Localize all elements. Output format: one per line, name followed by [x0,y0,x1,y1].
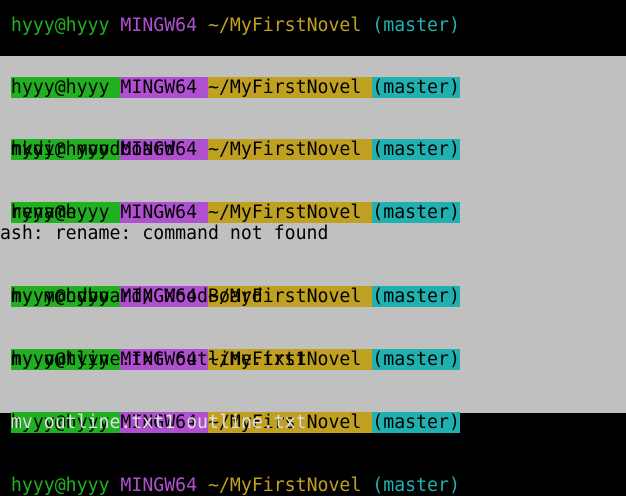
prompt-branch: (master) [372,475,460,496]
prompt-user-host: hyyy@hyyy [10,15,110,36]
prompt-line: hyyy@hyyy MINGW64 ~/MyFirstNovel (master… [0,0,460,36]
prompt-path: ~/MyFirstNovel [208,77,362,98]
prompt-user-host: hyyy@hyyy [10,77,110,98]
command-line: $ mv moodboard/ MoodBoard [0,286,263,307]
prompt-line: hyyy@hyyy MINGW64 ~/MyFirstNovel (master… [0,56,460,98]
command-line: $ rename [10,202,77,223]
prompt-branch: (master) [372,202,460,223]
prompt-path: ~/MyFirstNovel [208,139,362,160]
prompt-branch: (master) [372,15,460,36]
prompt-system: MINGW64 [120,475,198,496]
prompt-user-host: hyyy@hyyy [10,475,110,496]
prompt-line: hyyy@hyyy MINGW64 ~/MyFirstNovel (master… [0,265,460,307]
prompt-system: MINGW64 [120,77,198,98]
prompt-path: ~/MyFirstNovel [208,202,362,223]
command-line: $ mkdir moodboard [0,139,176,160]
prompt-branch: (master) [372,286,460,307]
prompt-system: MINGW64 [120,15,198,36]
prompt-branch: (master) [372,412,460,433]
command-line: $ mv outline.txt outline.txt1 [0,349,307,370]
prompt-line: hyyy@hyyy MINGW64 ~/MyFirstNovel (master… [0,118,460,160]
terminal-window[interactable]: { "terminal": { "prompt": { "user_host":… [0,0,626,496]
prompt-branch: (master) [372,349,460,370]
prompt-line: hyyy@hyyy MINGW64 ~/MyFirstNovel (master… [0,328,460,370]
prompt-line: hyyy@hyyy MINGW64 ~/MyFirstNovel (master… [0,181,460,223]
prompt-line: hyyy@hyyy MINGW64 ~/MyFirstNovel (master… [0,454,460,496]
prompt-path: ~/MyFirstNovel [208,475,362,496]
prompt-line: hyyy@hyyy MINGW64 ~/MyFirstNovel (master… [0,391,460,433]
prompt-branch: (master) [372,139,460,160]
prompt-system: MINGW64 [120,202,198,223]
prompt-branch: (master) [372,77,460,98]
error-output: bash: rename: command not found [0,223,329,244]
command-line: $ mv outline.txt1 outline.txt [0,412,307,433]
prompt-path: ~/MyFirstNovel [208,15,362,36]
